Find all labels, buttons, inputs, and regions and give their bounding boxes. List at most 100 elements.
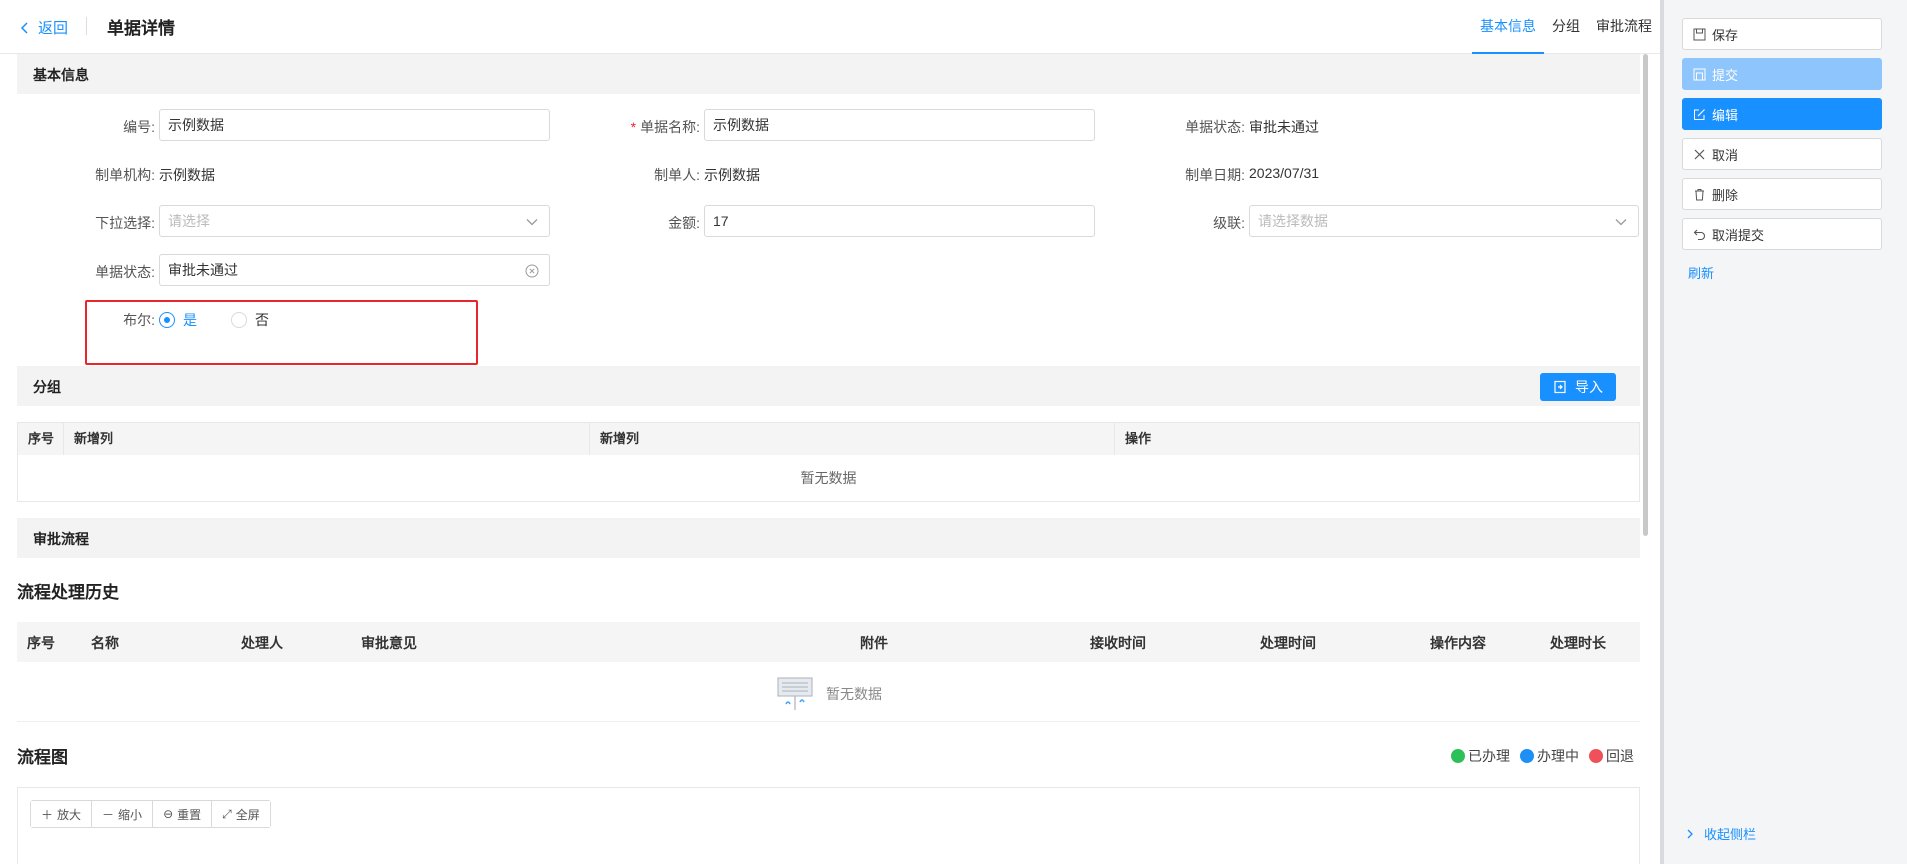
history-title: 流程处理历史 (17, 583, 119, 602)
undo-icon (1693, 229, 1706, 240)
import-label: 导入 (1575, 379, 1603, 395)
plus-icon: ＋ (41, 807, 54, 822)
tab-basic-info[interactable]: 基本信息 (1472, 0, 1544, 54)
import-button[interactable]: 导入 (1540, 373, 1616, 401)
submit-label: 提交 (1712, 67, 1739, 83)
legend-dot-blue (1520, 749, 1534, 763)
cancel-submit-button[interactable]: 取消提交 (1682, 218, 1882, 250)
collapse-sidebar-link[interactable]: 收起侧栏 (1684, 824, 1756, 843)
cascade-label: 级联: (1213, 215, 1245, 231)
history-empty: 暂无数据 (17, 662, 1640, 722)
date-label: 制单日期: (1185, 167, 1245, 183)
save-icon (1693, 28, 1706, 40)
empty-text: 暂无数据 (800, 470, 857, 486)
main-content: 返回 单据详情 基本信息 分组 审批流程 基本信息 编号: 示例数据 * 单据名称… (0, 0, 1660, 864)
chevron-down-icon (1615, 219, 1627, 226)
col-index: 序号 (27, 635, 55, 651)
dropdown-placeholder: 请选择 (168, 213, 210, 229)
tab-group[interactable]: 分组 (1544, 0, 1588, 54)
legend-dot-red (1589, 749, 1603, 763)
dropdown-select[interactable]: 请选择 (159, 205, 550, 237)
cancel-label: 取消 (1712, 147, 1739, 163)
col-new-1: 新增列 (64, 423, 590, 455)
col-handled-time: 处理时间 (1260, 635, 1316, 651)
zoom-in-button[interactable]: ＋放大 (31, 801, 93, 827)
amount-input[interactable]: 17 (704, 205, 1095, 237)
doc-status-label: 单据状态: (1185, 119, 1245, 135)
refresh-link[interactable]: 刷新 (1688, 263, 1714, 282)
edit-label: 编辑 (1712, 107, 1739, 123)
col-handler: 处理人 (241, 635, 283, 651)
reset-button[interactable]: ⊖ 重置 (153, 801, 213, 827)
section-approval: 审批流程 (17, 518, 1640, 558)
submit-button[interactable]: 提交 (1682, 58, 1882, 90)
legend-done: 已办理 (1451, 746, 1510, 766)
collapse-label: 收起侧栏 (1704, 827, 1757, 842)
amount-label: 金额: (668, 215, 700, 231)
save-button[interactable]: 保存 (1682, 18, 1882, 50)
import-icon (1554, 380, 1566, 394)
edit-icon (1694, 108, 1705, 120)
chevron-right-icon (1687, 829, 1693, 838)
save-label: 保存 (1712, 27, 1739, 43)
group-table: 序号 新增列 新增列 操作 暂无数据 (17, 422, 1640, 502)
cascade-select[interactable]: 请选择数据 (1249, 205, 1639, 237)
legend-processing-label: 办理中 (1537, 748, 1579, 764)
col-received-time: 接收时间 (1090, 635, 1146, 651)
header-divider (86, 17, 87, 35)
cancel-button[interactable]: 取消 (1682, 138, 1882, 170)
section-group: 分组 (17, 366, 1640, 406)
delete-label: 删除 (1712, 187, 1739, 203)
doc-status-value: 审批未通过 (1249, 119, 1319, 135)
chevron-left-icon (20, 21, 28, 34)
col-operation: 操作内容 (1430, 635, 1486, 651)
zoom-out-button[interactable]: －缩小 (92, 801, 154, 827)
zoom-in-label: 放大 (57, 807, 82, 822)
doc-name-label: * 单据名称: (600, 117, 700, 137)
action-sidebar: 保存 提交 编辑 取消 删除 取消提交 刷新 收起侧栏 (1660, 0, 1907, 864)
fullscreen-button[interactable]: ⤢ 全屏 (212, 801, 270, 827)
zoom-out-label: 缩小 (118, 807, 143, 822)
flow-chart-title: 流程图 (17, 748, 68, 767)
fullscreen-icon: ⤢ (222, 806, 232, 821)
clear-circle-icon[interactable] (525, 264, 539, 278)
page-header: 返回 单据详情 基本信息 分组 审批流程 (0, 0, 1660, 54)
legend-processing: 办理中 (1520, 746, 1579, 766)
flow-chart-canvas[interactable]: ＋放大 －缩小 ⊖ 重置 ⤢ 全屏 (17, 787, 1640, 864)
status-select[interactable]: 审批未通过 (159, 254, 550, 286)
code-input[interactable]: 示例数据 (159, 109, 550, 141)
required-mark: * (630, 119, 637, 135)
edit-button[interactable]: 编辑 (1682, 98, 1882, 130)
cascade-placeholder: 请选择数据 (1258, 213, 1328, 229)
col-index: 序号 (18, 423, 64, 455)
flow-toolbar: ＋放大 －缩小 ⊖ 重置 ⤢ 全屏 (30, 800, 271, 828)
code-label: 编号: (123, 119, 155, 135)
maker-value: 示例数据 (704, 167, 760, 183)
col-opinion: 审批意见 (361, 635, 417, 651)
trash-icon (1695, 188, 1704, 200)
page-title: 单据详情 (107, 19, 175, 38)
legend-done-label: 已办理 (1468, 748, 1510, 764)
cancel-submit-label: 取消提交 (1712, 227, 1765, 243)
section-basic-info: 基本信息 (17, 54, 1640, 94)
back-button[interactable]: 返回 (18, 17, 68, 38)
tab-approval-flow[interactable]: 审批流程 (1588, 0, 1660, 54)
date-value: 2023/07/31 (1249, 165, 1320, 181)
doc-name-input[interactable]: 示例数据 (704, 109, 1095, 141)
status-select-value: 审批未通过 (168, 262, 238, 278)
status2-label: 单据状态: (95, 264, 155, 280)
chevron-down-icon (526, 219, 538, 226)
legend-dot-green (1451, 749, 1465, 763)
dropdown-label: 下拉选择: (95, 215, 155, 231)
vertical-scrollbar[interactable] (1643, 54, 1648, 536)
section-title: 基本信息 (33, 67, 89, 83)
empty-text: 暂无数据 (826, 686, 882, 702)
table-header: 序号 新增列 新增列 操作 (18, 423, 1639, 455)
delete-button[interactable]: 删除 (1682, 178, 1882, 210)
col-name: 名称 (91, 635, 119, 651)
doc-name-label-text: 单据名称: (640, 119, 700, 135)
maker-label: 制单人: (654, 167, 700, 183)
reset-icon: ⊖ (163, 807, 174, 821)
section-title: 分组 (33, 379, 61, 395)
history-table-header: 序号 名称 处理人 审批意见 附件 接收时间 处理时间 操作内容 处理时长 (17, 622, 1640, 662)
